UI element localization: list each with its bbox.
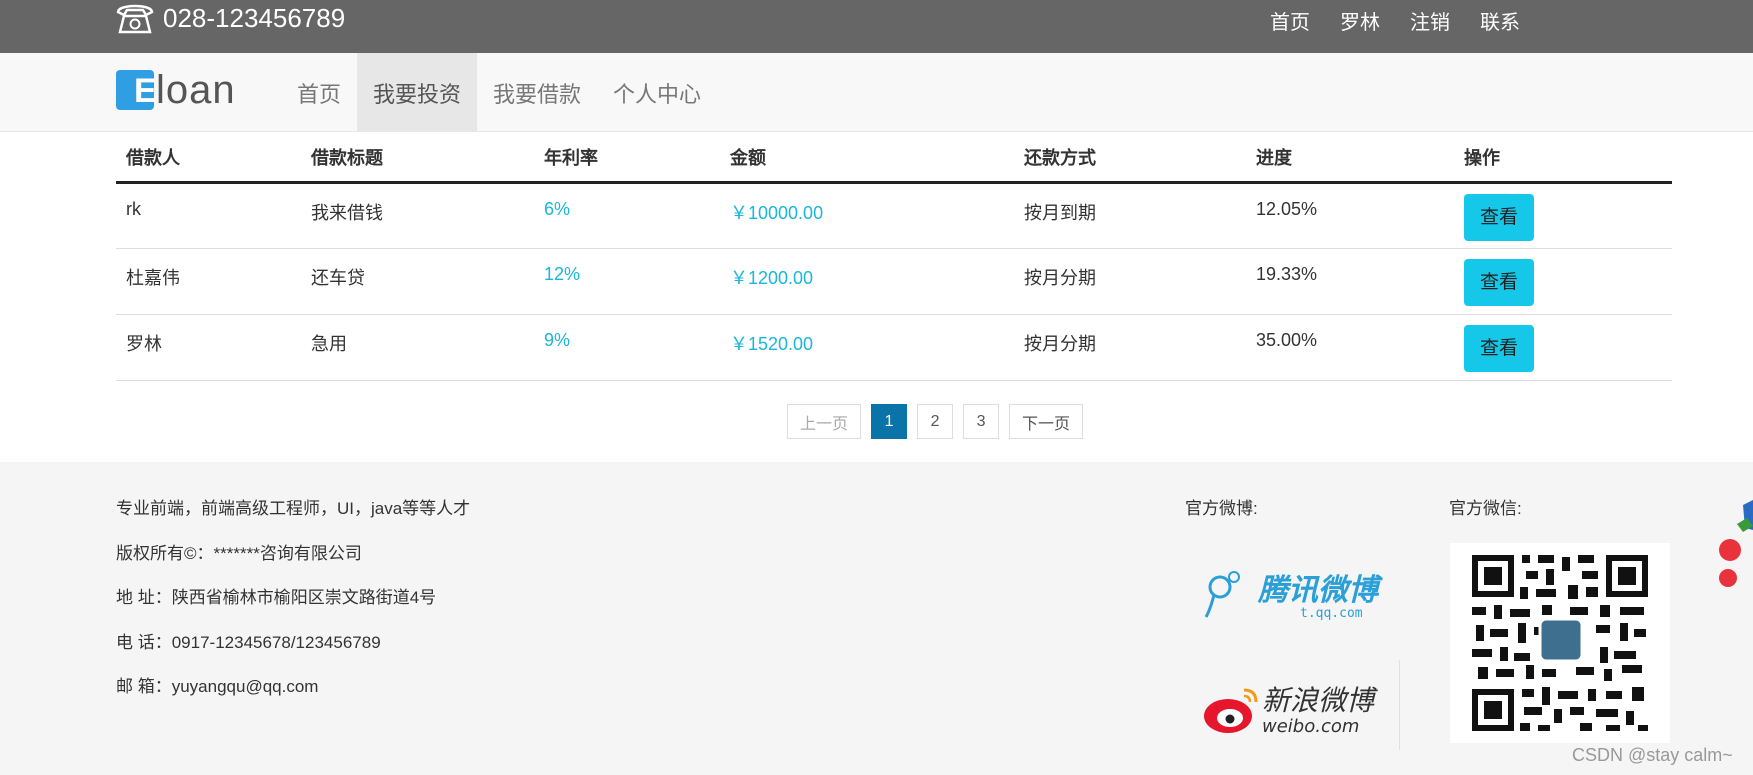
- cell-method: 按月分期: [1014, 314, 1246, 381]
- table-header-row: 借款人 借款标题 年利率 金额 还款方式 进度 操作: [116, 133, 1672, 184]
- footer-copyright: 版权所有©：*******咨询有限公司: [116, 543, 362, 563]
- nav-item-home[interactable]: 首页: [281, 53, 357, 132]
- footer-email: 邮 箱：yuyangqu@qq.com: [116, 677, 319, 696]
- col-header-amount: 金额: [720, 133, 1014, 184]
- nav-item-borrow[interactable]: 我要借款: [477, 53, 597, 132]
- cell-title: 我来借钱: [301, 182, 534, 249]
- svg-text:腾讯微博: 腾讯微博: [1257, 573, 1383, 608]
- nav-item-invest[interactable]: 我要投资: [357, 53, 478, 132]
- col-header-method: 还款方式: [1014, 133, 1246, 184]
- main-navbar: [0, 53, 1753, 132]
- cell-borrower: rk: [116, 182, 301, 249]
- page-button-2[interactable]: 2: [917, 404, 954, 439]
- loan-table: 借款人 借款标题 年利率 金额 还款方式 进度 操作 rk 我来借钱 6% ￥1…: [116, 133, 1672, 381]
- top-link-user[interactable]: 罗林: [1340, 6, 1380, 35]
- footer-address: 地 址：陕西省榆林市榆阳区崇文路街道4号: [116, 588, 437, 607]
- tencent-weibo-logo[interactable]: 腾讯微博 t.qq.com: [1200, 565, 1390, 625]
- table-row: 杜嘉伟 还车贷 12% ￥1200.00 按月分期 19.33% 查看: [116, 248, 1672, 315]
- top-link-logout[interactable]: 注销: [1410, 6, 1450, 35]
- col-header-action: 操作: [1454, 133, 1672, 184]
- view-button[interactable]: 查看: [1464, 324, 1534, 372]
- cell-amount: ￥1200.00: [720, 248, 1014, 315]
- col-header-borrower: 借款人: [116, 133, 301, 184]
- top-links: 首页 罗林 注销 联系: [1270, 0, 1550, 40]
- prev-page-button[interactable]: 上一页: [787, 404, 862, 439]
- page-button-3[interactable]: 3: [963, 404, 1000, 439]
- footer-slogan: 专业前端，前端高级工程师，UI，java等等人才: [116, 499, 471, 518]
- nav-item-profile[interactable]: 个人中心: [597, 53, 717, 132]
- official-wechat-label: 官方微信:: [1449, 499, 1522, 518]
- cell-action: 查看: [1454, 314, 1672, 381]
- top-bar: 028-123456789 首页 罗林 注销 联系: [0, 0, 1753, 53]
- top-link-home[interactable]: 首页: [1270, 6, 1310, 35]
- cell-borrower: 罗林: [116, 314, 301, 381]
- cell-borrower: 杜嘉伟: [116, 248, 301, 315]
- view-button[interactable]: 查看: [1464, 258, 1534, 306]
- page-button-1[interactable]: 1: [871, 404, 908, 439]
- logo-text: loan: [156, 68, 236, 112]
- csdn-watermark: CSDN @stay calm~: [1572, 745, 1733, 765]
- col-header-progress: 进度: [1246, 133, 1454, 184]
- telephone-icon: [116, 4, 154, 34]
- table-row: rk 我来借钱 6% ￥10000.00 按月到期 12.05% 查看: [116, 182, 1672, 249]
- footer-info: 专业前端，前端高级工程师，UI，java等等人才 版权所有©：*******咨询…: [116, 487, 470, 710]
- cell-amount: ￥1520.00: [720, 314, 1014, 381]
- logo-mark: E: [116, 70, 157, 110]
- cell-title: 急用: [301, 314, 534, 381]
- official-weibo-label: 官方微博:: [1185, 499, 1258, 518]
- svg-text:t.qq.com: t.qq.com: [1300, 606, 1363, 621]
- nav-menu: 首页 我要投资 我要借款 个人中心: [281, 53, 717, 132]
- eloan-logo[interactable]: E loan: [116, 70, 236, 110]
- top-link-contact[interactable]: 联系: [1480, 6, 1520, 35]
- wechat-qr-code: [1450, 543, 1670, 743]
- cell-action: 查看: [1454, 182, 1672, 249]
- sina-weibo-logo[interactable]: 新浪微博 weibo.com: [1200, 680, 1380, 740]
- cell-progress: 19.33%: [1246, 248, 1454, 315]
- next-page-button[interactable]: 下一页: [1009, 404, 1084, 439]
- cell-amount: ￥10000.00: [720, 182, 1014, 249]
- floating-side-icons[interactable]: [1713, 500, 1753, 600]
- cell-title: 还车贷: [301, 248, 534, 315]
- cell-rate: 12%: [534, 248, 720, 315]
- pagination: 上一页 1 2 3 下一页: [787, 404, 1084, 439]
- cell-rate: 6%: [534, 182, 720, 249]
- cell-method: 按月到期: [1014, 182, 1246, 249]
- footer-phone: 电 话：0917-12345678/123456789: [116, 632, 381, 652]
- cell-progress: 12.05%: [1246, 182, 1454, 249]
- table-row: 罗林 急用 9% ￥1520.00 按月分期 35.00% 查看: [116, 314, 1672, 381]
- loan-table-container: 借款人 借款标题 年利率 金额 还款方式 进度 操作 rk 我来借钱 6% ￥1…: [116, 133, 1672, 381]
- contact-phone: 028-123456789: [115, 0, 345, 36]
- cell-method: 按月分期: [1014, 248, 1246, 315]
- cell-action: 查看: [1454, 248, 1672, 315]
- col-header-rate: 年利率: [534, 133, 720, 184]
- svg-text:weibo.com: weibo.com: [1262, 716, 1359, 737]
- cell-rate: 9%: [534, 314, 720, 381]
- phone-number: 028-123456789: [163, 2, 346, 33]
- col-header-title: 借款标题: [301, 133, 534, 184]
- svg-text:新浪微博: 新浪微博: [1262, 684, 1378, 717]
- cell-progress: 35.00%: [1246, 314, 1454, 381]
- footer-divider: [1399, 660, 1400, 750]
- view-button[interactable]: 查看: [1464, 193, 1534, 241]
